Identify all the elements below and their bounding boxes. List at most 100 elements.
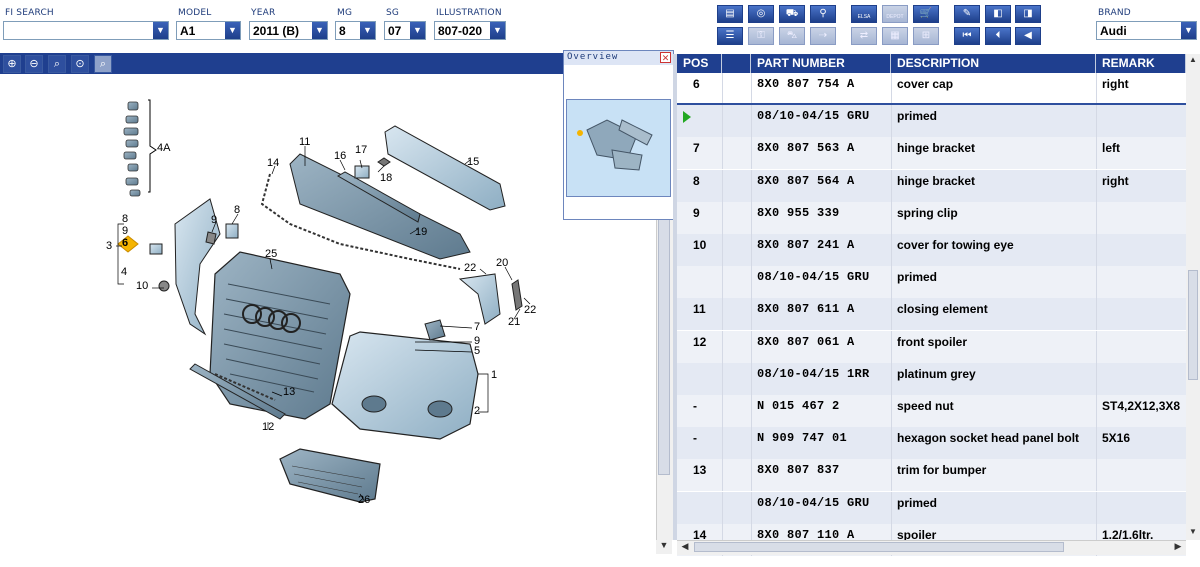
fi-search-input[interactable]: ▼	[3, 21, 169, 40]
table-row[interactable]: - N 909 747 01 hexagon socket head panel b…	[677, 427, 1186, 460]
first-icon[interactable]: ⏮	[954, 27, 980, 45]
zoom-area-icon[interactable]: ⌕	[48, 55, 66, 73]
callout-26[interactable]: 26	[358, 494, 370, 506]
callout-19[interactable]: 19	[415, 226, 427, 238]
car-icon[interactable]: ⛟	[779, 5, 805, 23]
callout-15[interactable]: 15	[467, 156, 479, 168]
scroll-up-icon[interactable]: ▲	[1187, 55, 1199, 67]
callout-10[interactable]: 10	[136, 280, 148, 292]
callout-8-left[interactable]: 8	[122, 213, 128, 225]
chevron-down-icon[interactable]: ▼	[1181, 22, 1196, 39]
vehicle-icon[interactable]: ⛍	[779, 27, 805, 45]
next-page-icon[interactable]: ◨	[1015, 5, 1041, 23]
table-row[interactable]: - N 015 467 2 speed nut ST4,2X12,3X8	[677, 395, 1186, 427]
key-icon[interactable]: ⚿	[748, 27, 774, 45]
callout-17[interactable]: 17	[355, 144, 367, 156]
table-row[interactable]: 10 8X0 807 241 A cover for towing eye	[677, 234, 1186, 266]
callout-4a[interactable]: 4A	[157, 142, 170, 154]
callout-12[interactable]: 12	[262, 421, 274, 433]
year-select[interactable]: 2011 (B) ▼	[249, 21, 328, 40]
cart-add-icon[interactable]: ⊞	[913, 27, 939, 45]
zoom-in-icon[interactable]: ⊕	[3, 55, 21, 73]
callout-9-right[interactable]: 9	[211, 214, 217, 226]
col-blank-header[interactable]	[722, 54, 751, 73]
callout-4[interactable]: 4	[121, 266, 127, 278]
chevron-down-icon[interactable]: ▼	[225, 22, 240, 39]
table-row[interactable]: 13 8X0 807 837 trim for bumper	[677, 459, 1186, 492]
chevron-down-icon[interactable]: ▼	[312, 22, 327, 39]
elsa-button[interactable]: ELSA	[851, 5, 877, 23]
table-row[interactable]: 08/10-04/15 GRU primed	[677, 266, 1186, 299]
chevron-down-icon[interactable]: ▼	[410, 22, 425, 39]
screws-4a	[123, 101, 141, 197]
mg-select[interactable]: 8 ▼	[335, 21, 376, 40]
model-select[interactable]: A1 ▼	[176, 21, 241, 40]
callout-22-right[interactable]: 22	[524, 304, 536, 316]
table-row[interactable]: 08/10-04/15 GRU primed	[677, 105, 1186, 138]
table-row[interactable]: 9 8X0 955 339 spring clip	[677, 201, 1186, 234]
callout-20[interactable]: 20	[496, 257, 508, 269]
col-remark-header[interactable]: REMARK	[1096, 54, 1186, 73]
depot-button[interactable]: DEPOT	[882, 5, 908, 23]
overview-thumbnail[interactable]	[566, 99, 671, 197]
col-pos-header[interactable]: POS	[677, 54, 722, 73]
callout-21[interactable]: 21	[508, 316, 520, 328]
callout-16[interactable]: 16	[334, 150, 346, 162]
parts-diagram[interactable]	[0, 74, 656, 540]
table-row[interactable]: 08/10-04/15 GRU primed	[677, 491, 1186, 524]
table-row[interactable]: 08/10-04/15 1RR platinum grey	[677, 362, 1186, 395]
overview-window[interactable]: Overview ✕	[563, 50, 674, 220]
cd-icon[interactable]: ◎	[748, 5, 774, 23]
callout-3[interactable]: 3	[106, 240, 112, 252]
print-icon[interactable]: ▤	[717, 5, 743, 23]
col-part-header[interactable]: PART NUMBER	[751, 54, 891, 73]
brand-select[interactable]: Audi ▼	[1096, 21, 1197, 40]
callout-25[interactable]: 25	[265, 248, 277, 260]
callout-11[interactable]: 11	[299, 136, 310, 148]
chevron-down-icon[interactable]: ▼	[490, 22, 505, 39]
overview-titlebar[interactable]: Overview ✕	[564, 51, 673, 65]
diagram-scroll-down-icon[interactable]: ▼	[656, 540, 672, 554]
callout-14[interactable]: 14	[267, 157, 279, 169]
col-desc-header[interactable]: DESCRIPTION	[891, 54, 1096, 73]
search-car-icon[interactable]: ⚲	[810, 5, 836, 23]
callout-9-left[interactable]: 9	[122, 225, 128, 237]
arrow-icon[interactable]: ⇢	[810, 27, 836, 45]
callout-8-right[interactable]: 8	[234, 204, 240, 216]
table-hscroll-thumb[interactable]	[694, 542, 1064, 552]
back-icon[interactable]: ⏴	[985, 27, 1011, 45]
callout-22-left[interactable]: 22	[464, 262, 476, 274]
callout-5[interactable]: 5	[474, 345, 480, 357]
callout-18[interactable]: 18	[380, 172, 392, 184]
chevron-down-icon[interactable]: ▼	[153, 22, 168, 39]
cart-icon[interactable]: 🛒	[913, 5, 939, 23]
scroll-left-icon[interactable]: ◀	[679, 541, 691, 553]
swap-icon[interactable]: ⇄	[851, 27, 877, 45]
table-row[interactable]: 7 8X0 807 563 A hinge bracket left	[677, 137, 1186, 170]
prev-icon[interactable]: ◀	[1015, 27, 1041, 45]
scroll-down-icon[interactable]: ▼	[1187, 527, 1199, 539]
pin-icon[interactable]: ✎	[954, 5, 980, 23]
zoom-100-icon[interactable]: ⊙	[71, 55, 89, 73]
illustration-select[interactable]: 807-020 ▼	[434, 21, 506, 40]
table-row[interactable]: 8 8X0 807 564 A hinge bracket right	[677, 169, 1186, 202]
callout-13[interactable]: 13	[283, 386, 295, 398]
callout-6[interactable]: 6	[122, 237, 128, 249]
callout-1[interactable]: 1	[491, 369, 497, 381]
prev-page-icon[interactable]: ◧	[985, 5, 1011, 23]
document-icon[interactable]: ▦	[882, 27, 908, 45]
zoom-fit-icon[interactable]: ⌕	[94, 55, 112, 73]
sg-select[interactable]: 07 ▼	[384, 21, 426, 40]
scroll-right-icon[interactable]: ▶	[1172, 541, 1184, 553]
table-row[interactable]: 11 8X0 807 611 A closing element	[677, 298, 1186, 331]
table-row[interactable]: 6 8X0 807 754 A cover cap right	[677, 73, 1186, 105]
callout-7[interactable]: 7	[474, 321, 480, 333]
table-scroll-thumb[interactable]	[1188, 270, 1198, 380]
zoom-out-icon[interactable]: ⊖	[25, 55, 43, 73]
table-row[interactable]: 12 8X0 807 061 A front spoiler	[677, 330, 1186, 363]
play-icon[interactable]	[683, 111, 691, 124]
chevron-down-icon[interactable]: ▼	[360, 22, 375, 39]
callout-2[interactable]: 2	[474, 405, 480, 417]
list-icon[interactable]: ☰	[717, 27, 743, 45]
close-icon[interactable]: ✕	[660, 52, 671, 63]
